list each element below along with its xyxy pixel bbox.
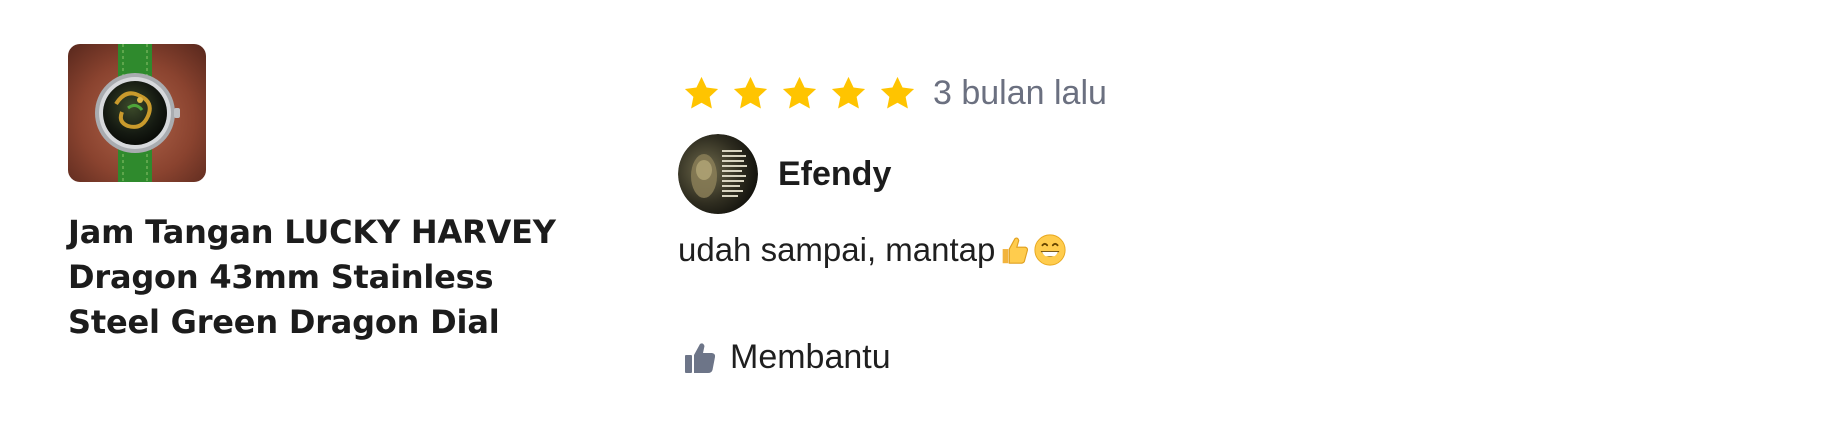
review-content: 3 bulan lalu Efendy udah sampai, mantap … [678,68,1578,377]
review-time: 3 bulan lalu [933,73,1107,112]
review-body: udah sampai, mantap [678,228,1578,272]
reviewer-row: Efendy [678,134,1578,214]
review-card: Jam Tangan LUCKY HARVEY Dragon 43mm Stai… [0,0,1832,430]
reviewer-avatar[interactable] [678,134,758,214]
review-text: udah sampai, mantap [678,231,996,268]
star-icon [880,76,915,108]
star-icon [831,76,866,108]
thumbs-up-emoji-icon [1003,237,1029,264]
star-icon [782,76,817,108]
helpful-button[interactable]: Membantu [678,338,1578,377]
rating-row: 3 bulan lalu [678,68,1578,118]
product-title[interactable]: Jam Tangan LUCKY HARVEY Dragon 43mm Stai… [68,210,588,345]
thumbs-up-icon [685,342,716,373]
product-info: Jam Tangan LUCKY HARVEY Dragon 43mm Stai… [68,44,588,345]
product-thumbnail[interactable] [68,44,206,182]
star-icon [684,76,719,108]
reviewer-name[interactable]: Efendy [778,155,891,194]
grinning-emoji-icon [1034,234,1066,266]
star-icon [733,76,768,108]
helpful-label: Membantu [730,338,891,376]
star-rating [682,74,917,113]
